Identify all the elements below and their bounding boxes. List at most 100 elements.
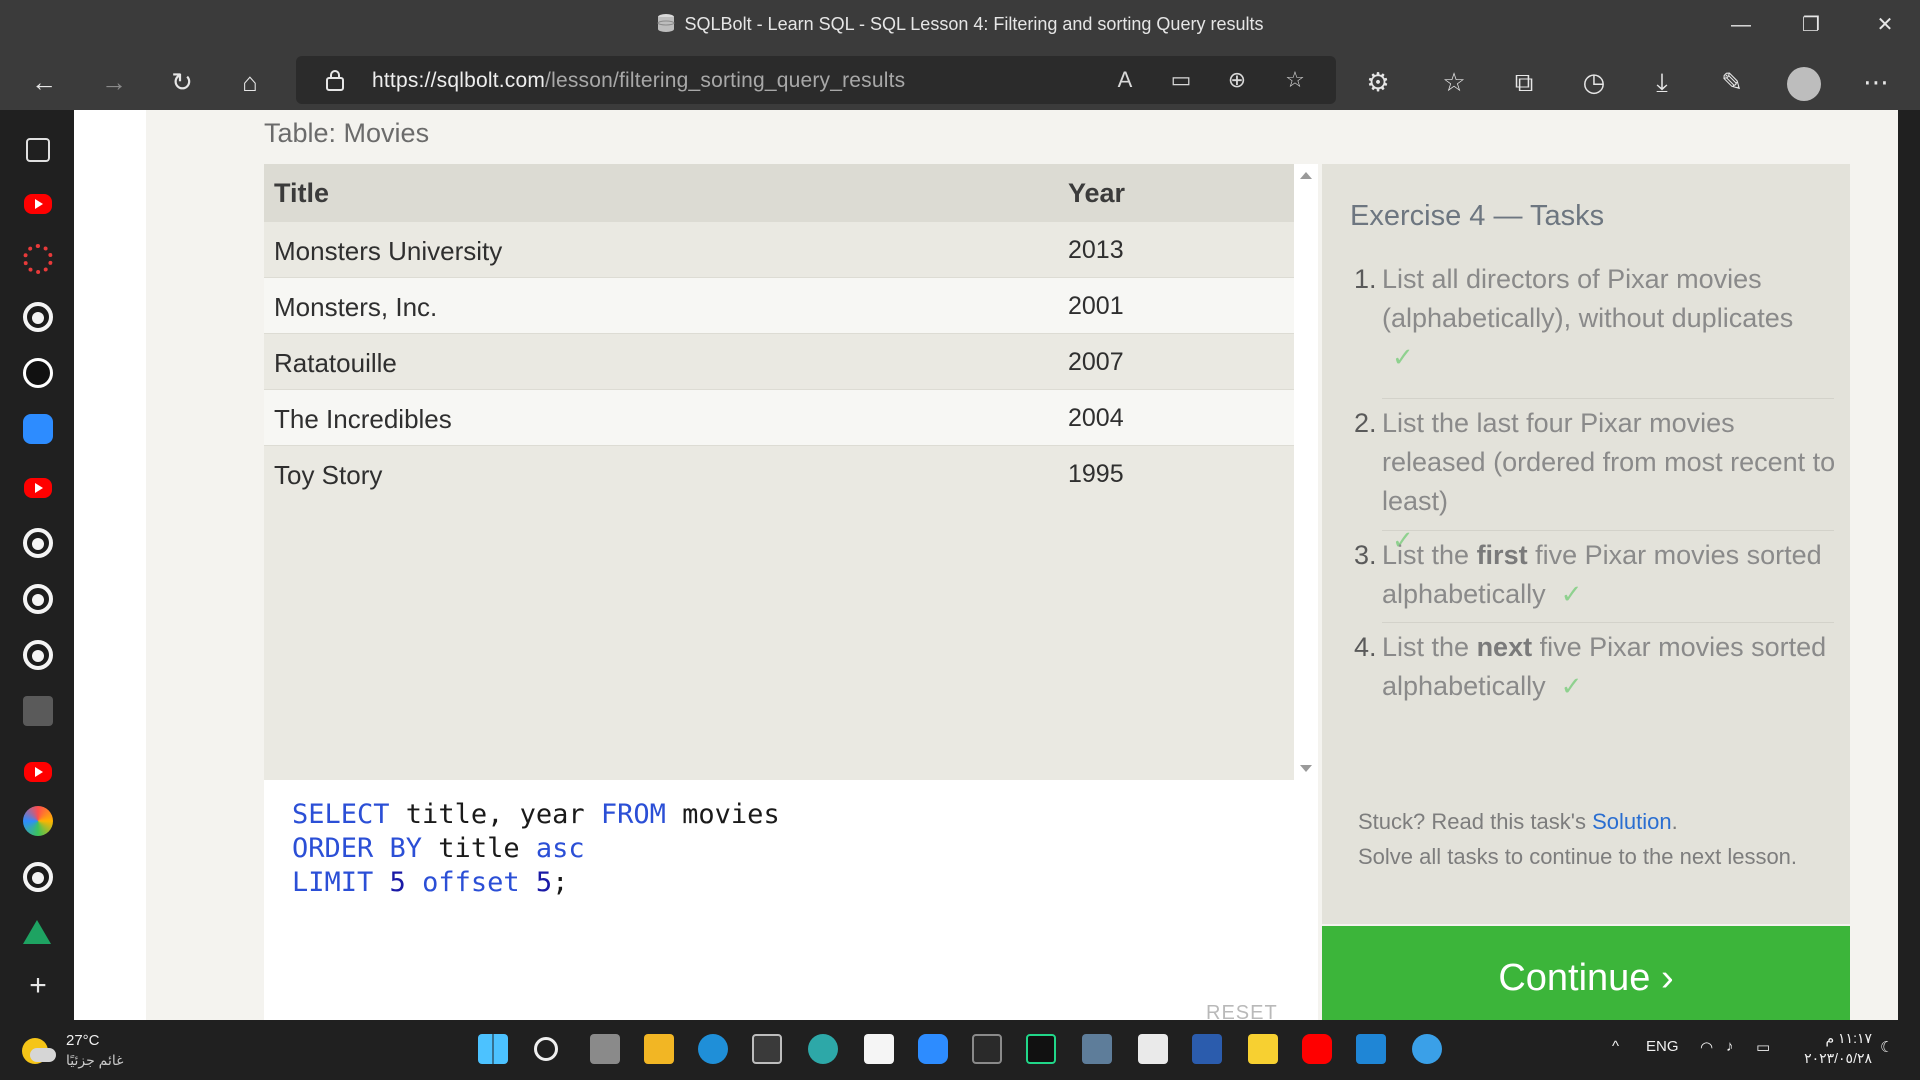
app-tab-icon[interactable] [23, 806, 53, 836]
maximize-button[interactable]: ❐ [1776, 0, 1846, 52]
vertical-sidebar: + [0, 110, 74, 1020]
github-tab-icon[interactable] [23, 528, 53, 558]
divider [1382, 398, 1834, 399]
scroll-down-arrow-icon[interactable] [1300, 765, 1312, 772]
continue-button[interactable]: Continue › [1322, 926, 1850, 1020]
zoom-icon[interactable]: ⊕ [1220, 64, 1254, 96]
language-indicator[interactable]: ENG [1646, 1038, 1679, 1055]
github-tab-icon[interactable] [23, 302, 53, 332]
github-tab-icon[interactable] [23, 584, 53, 614]
drive-tab-icon[interactable] [23, 920, 51, 944]
exercise-heading: Exercise 4 — Tasks [1350, 200, 1605, 232]
window-titlebar: SQLBolt - Learn SQL - SQL Lesson 4: Filt… [0, 0, 1920, 52]
terminal-icon[interactable] [752, 1034, 782, 1064]
tray-chevron-icon[interactable]: ^ [1612, 1038, 1619, 1055]
vscode-icon[interactable] [1356, 1034, 1386, 1064]
lock-icon[interactable] [324, 68, 346, 92]
table-row: Monsters University 2013 [264, 222, 1294, 278]
zoom-tab-icon[interactable] [23, 414, 53, 444]
forward-icon[interactable]: → [92, 60, 136, 104]
immersive-reader-icon[interactable]: ▭ [1164, 64, 1198, 96]
system-clock[interactable]: ١١:١٧ م ٢٠٢٣/٠٥/٢٨ [1794, 1028, 1872, 1068]
task-text: List all directors of Pixar movies (alph… [1382, 260, 1842, 377]
youtube-tab-icon[interactable] [24, 478, 52, 498]
table-row: The Incredibles 2004 [264, 390, 1294, 446]
app-icon[interactable] [1412, 1034, 1442, 1064]
check-icon: ✓ [1560, 671, 1583, 701]
task-text-bold: next [1476, 632, 1533, 662]
favorites-icon[interactable]: ☆ [1432, 60, 1476, 104]
github-tab-icon[interactable] [23, 640, 53, 670]
calendar-icon[interactable] [1138, 1034, 1168, 1064]
sql-keyword: SELECT [292, 799, 390, 830]
notion-icon[interactable] [972, 1034, 1002, 1064]
wifi-icon[interactable]: ◠ [1700, 1038, 1713, 1056]
pycharm-icon[interactable] [1026, 1034, 1056, 1064]
notifications-icon[interactable]: ☾ [1880, 1038, 1893, 1056]
sql-editor[interactable]: SELECT title, year FROM movies ORDER BY … [264, 780, 1318, 1020]
notepad-icon[interactable] [864, 1034, 894, 1064]
table-header: Title Year [264, 164, 1294, 222]
close-button[interactable]: ✕ [1850, 0, 1920, 52]
task-text-part: List all directors of Pixar movies (alph… [1382, 264, 1794, 333]
solution-link[interactable]: Solution [1592, 809, 1672, 834]
sql-keyword: offset [422, 867, 520, 898]
start-icon[interactable] [478, 1034, 508, 1064]
battery-icon[interactable]: ▭ [1756, 1038, 1770, 1056]
task-text-part: List the [1382, 632, 1477, 662]
cell-year: 2001 [1068, 292, 1124, 320]
history-icon[interactable]: ◷ [1572, 60, 1616, 104]
volume-icon[interactable]: ♪ [1726, 1038, 1734, 1055]
file-explorer-icon[interactable] [644, 1034, 674, 1064]
scroll-up-arrow-icon[interactable] [1300, 172, 1312, 179]
collections-icon[interactable]: ⧉ [1502, 60, 1546, 104]
divider [1382, 622, 1834, 623]
minimize-button[interactable]: — [1706, 0, 1776, 52]
profile-avatar[interactable] [1782, 60, 1826, 104]
reset-button[interactable]: RESET [1206, 1002, 1278, 1020]
add-favorite-icon[interactable]: ☆ [1278, 64, 1312, 96]
task-text-part: List the last four Pixar movies released… [1382, 408, 1836, 516]
edge-icon[interactable] [698, 1034, 728, 1064]
new-tab-plus-icon[interactable]: + [23, 971, 53, 1002]
powershell-icon[interactable] [1192, 1034, 1222, 1064]
tab-actions-icon[interactable] [26, 138, 50, 162]
stuck-prefix: Stuck? Read this task's [1358, 809, 1593, 834]
edge-dev-icon[interactable] [808, 1034, 838, 1064]
github-tab-icon[interactable] [23, 862, 53, 892]
table-row: Ratatouille 2007 [264, 334, 1294, 390]
canvas-tab-icon[interactable] [23, 244, 53, 274]
youtube-tab-icon[interactable] [24, 194, 52, 214]
zoom-icon[interactable] [918, 1034, 948, 1064]
refresh-icon[interactable]: ↻ [160, 60, 204, 104]
solve-text: Solve all tasks to continue to the next … [1358, 844, 1798, 869]
web-capture-icon[interactable]: ✎ [1710, 60, 1754, 104]
home-icon[interactable]: ⌂ [228, 60, 272, 104]
database-icon [657, 14, 675, 32]
python-icon[interactable] [1082, 1034, 1112, 1064]
back-icon[interactable]: ← [22, 60, 66, 104]
window-title-wrap: SQLBolt - Learn SQL - SQL Lesson 4: Filt… [0, 13, 1920, 35]
table-scrollbar[interactable] [1294, 164, 1318, 780]
read-aloud-icon[interactable]: A [1108, 64, 1142, 96]
store-tab-icon[interactable] [23, 696, 53, 726]
more-icon[interactable]: ⋯ [1854, 60, 1898, 104]
task-text: List the first five Pixar movies sorted … [1382, 536, 1842, 614]
sql-query[interactable]: SELECT title, year FROM movies ORDER BY … [292, 798, 780, 900]
extensions-icon[interactable]: ⚙ [1356, 60, 1400, 104]
sticky-notes-icon[interactable] [1248, 1034, 1278, 1064]
cell-year: 2013 [1068, 236, 1124, 264]
stuck-help-text: Stuck? Read this task's Solution. Solve … [1358, 804, 1808, 874]
task-number: 2. [1354, 408, 1377, 438]
cell-title: The Incredibles [274, 404, 452, 434]
cell-year: 2007 [1068, 348, 1124, 376]
sql-keyword: LIMIT [292, 867, 374, 898]
search-icon[interactable] [534, 1037, 558, 1061]
address-bar[interactable]: https://sqlbolt.com/lesson/filtering_sor… [296, 56, 1336, 104]
task-view-icon[interactable] [590, 1034, 620, 1064]
youtube-tab-icon[interactable] [24, 762, 52, 782]
app-tab-icon[interactable] [23, 358, 53, 388]
downloads-icon[interactable]: ⤓ [1640, 60, 1684, 104]
youtube-icon[interactable] [1302, 1034, 1332, 1064]
url-text[interactable]: https://sqlbolt.com/lesson/filtering_sor… [372, 69, 905, 93]
